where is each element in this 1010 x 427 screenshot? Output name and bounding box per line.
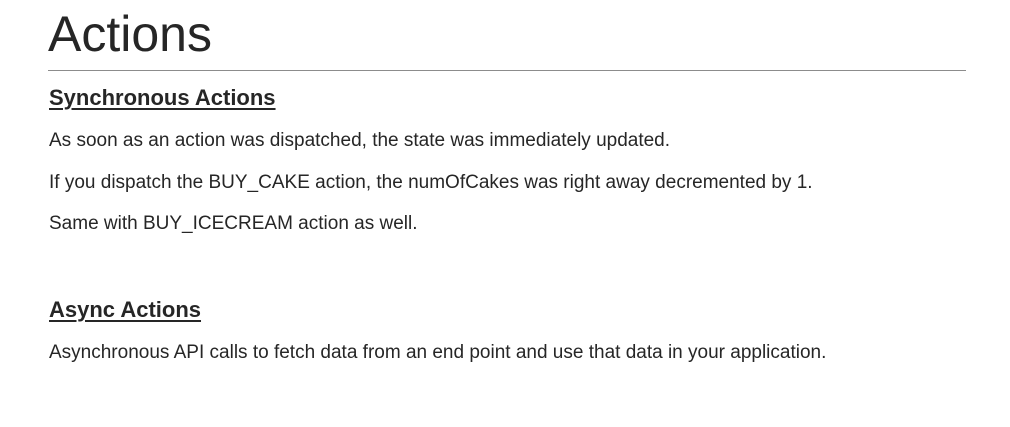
section-heading-synchronous-actions: Synchronous Actions [49,85,276,110]
slide-title: Actions [48,6,212,62]
section-line: Asynchronous API calls to fetch data fro… [49,342,827,363]
section-heading-async-actions: Async Actions [49,297,202,322]
section-line: As soon as an action was dispatched, the… [49,130,671,151]
title-divider [48,70,966,71]
section-line: If you dispatch the BUY_CAKE action, the… [49,172,813,193]
section-line: Same with BUY_ICECREAM action as well. [49,213,418,234]
slide: Actions Synchronous Actions As soon as a… [0,0,1010,427]
